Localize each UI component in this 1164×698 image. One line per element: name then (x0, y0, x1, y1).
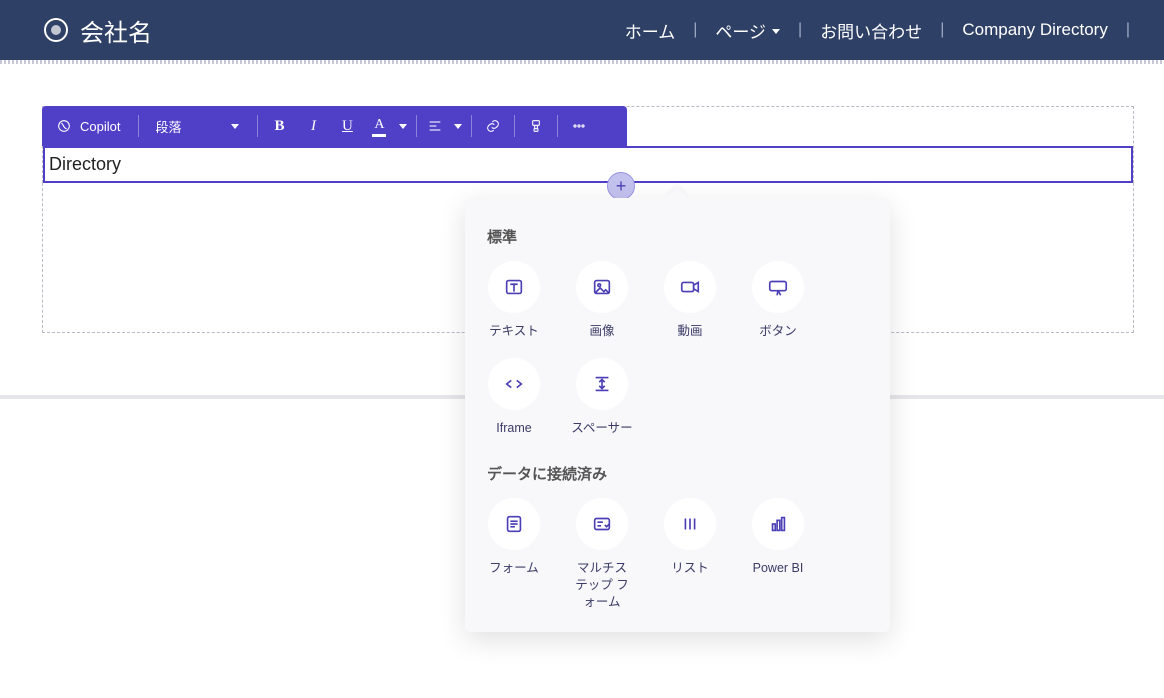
toolbar-separator (514, 115, 515, 137)
heading-text-block[interactable]: Directory (43, 146, 1133, 183)
component-image[interactable]: 画像 (571, 261, 633, 340)
nav-separator: | (936, 21, 948, 39)
font-color-bar (372, 134, 386, 137)
component-iframe[interactable]: Iframe (483, 358, 545, 437)
nav-pages-label: ページ (715, 18, 766, 43)
heading-text: Directory (49, 154, 121, 174)
format-painter-button[interactable] (519, 106, 553, 146)
video-icon (679, 276, 701, 298)
button-icon (767, 276, 789, 298)
spacer-icon (591, 373, 613, 395)
component-label: フォーム (489, 560, 539, 577)
font-color-button[interactable]: A (364, 106, 394, 146)
align-caret[interactable] (449, 106, 467, 146)
copilot-label: Copilot (80, 119, 120, 134)
align-button[interactable] (421, 106, 449, 146)
toolbar-separator (557, 115, 558, 137)
component-label: 画像 (589, 323, 614, 340)
component-spacer[interactable]: スペーサー (571, 358, 633, 437)
nav-separator: | (1122, 21, 1134, 39)
image-icon (591, 276, 613, 298)
underline-button[interactable]: U (330, 106, 364, 146)
nav-company-directory[interactable]: Company Directory (948, 20, 1122, 40)
toolbar-separator (257, 115, 258, 137)
bold-button[interactable]: B (262, 106, 296, 146)
brand[interactable]: 会社名 (44, 13, 152, 48)
more-button[interactable] (562, 106, 596, 146)
section-title-standard: 標準 (487, 226, 872, 247)
chevron-down-icon (454, 124, 462, 129)
form-icon (503, 513, 525, 535)
component-label: マルチステップ フォーム (571, 560, 633, 611)
link-icon (485, 118, 501, 134)
plus-icon: + (616, 176, 627, 197)
component-label: スペーサー (571, 420, 632, 437)
powerbi-icon (767, 513, 789, 535)
copilot-button[interactable]: Copilot (42, 106, 134, 146)
nav-links: ホーム | ページ | お問い合わせ | Company Directory | (611, 18, 1134, 43)
paragraph-style-select[interactable]: 段落 (143, 106, 253, 146)
nav-contact[interactable]: お問い合わせ (806, 18, 936, 43)
component-list[interactable]: リスト (659, 498, 721, 611)
font-color-letter: A (374, 118, 384, 132)
nav-separator: | (794, 21, 806, 39)
editor-toolbar: Copilot 段落 B I U A (42, 106, 627, 146)
toolbar-separator (416, 115, 417, 137)
ellipsis-icon (571, 118, 587, 134)
code-icon (503, 373, 525, 395)
component-label: ボタン (759, 323, 797, 340)
component-video[interactable]: 動画 (659, 261, 721, 340)
align-left-icon (427, 118, 443, 134)
chevron-down-icon (772, 29, 780, 34)
component-label: テキスト (489, 323, 539, 340)
component-button[interactable]: ボタン (747, 261, 809, 340)
component-text[interactable]: テキスト (483, 261, 545, 340)
nav-pages[interactable]: ページ (701, 18, 794, 43)
brand-logo-icon (44, 18, 68, 42)
editor-section: Copilot 段落 B I U A (42, 106, 1134, 183)
top-navbar: 会社名 ホーム | ページ | お問い合わせ | Company Directo… (0, 0, 1164, 60)
component-label: Power BI (753, 560, 804, 577)
brush-icon (528, 118, 544, 134)
paragraph-style-label: 段落 (155, 117, 181, 136)
component-label: Iframe (496, 420, 531, 437)
multistep-form-icon (591, 513, 613, 535)
font-color-group: A (364, 106, 412, 146)
toolbar-separator (138, 115, 139, 137)
list-icon (679, 513, 701, 535)
section-title-connected: データに接続済み (487, 463, 872, 484)
align-group (421, 106, 467, 146)
chevron-down-icon (231, 124, 239, 129)
font-color-caret[interactable] (394, 106, 412, 146)
component-powerbi[interactable]: Power BI (747, 498, 809, 611)
brand-name: 会社名 (80, 13, 152, 48)
link-button[interactable] (476, 106, 510, 146)
nav-separator: | (689, 21, 701, 39)
italic-button[interactable]: I (296, 106, 330, 146)
add-component-button[interactable]: + (607, 172, 635, 200)
connected-components-grid: フォーム マルチステップ フォーム リスト Power BI (483, 498, 872, 611)
component-label: 動画 (677, 323, 702, 340)
nav-home[interactable]: ホーム (611, 18, 690, 43)
standard-components-grid: テキスト 画像 動画 ボタン Iframe スペーサー (483, 261, 872, 437)
toolbar-separator (471, 115, 472, 137)
copilot-icon (56, 118, 72, 134)
text-icon (503, 276, 525, 298)
component-form[interactable]: フォーム (483, 498, 545, 611)
component-picker-popover: 標準 テキスト 画像 動画 ボタン Iframe スペーサー データに接続済み (465, 198, 890, 632)
component-label: リスト (671, 560, 709, 577)
component-multistep-form[interactable]: マルチステップ フォーム (571, 498, 633, 611)
chevron-down-icon (399, 124, 407, 129)
